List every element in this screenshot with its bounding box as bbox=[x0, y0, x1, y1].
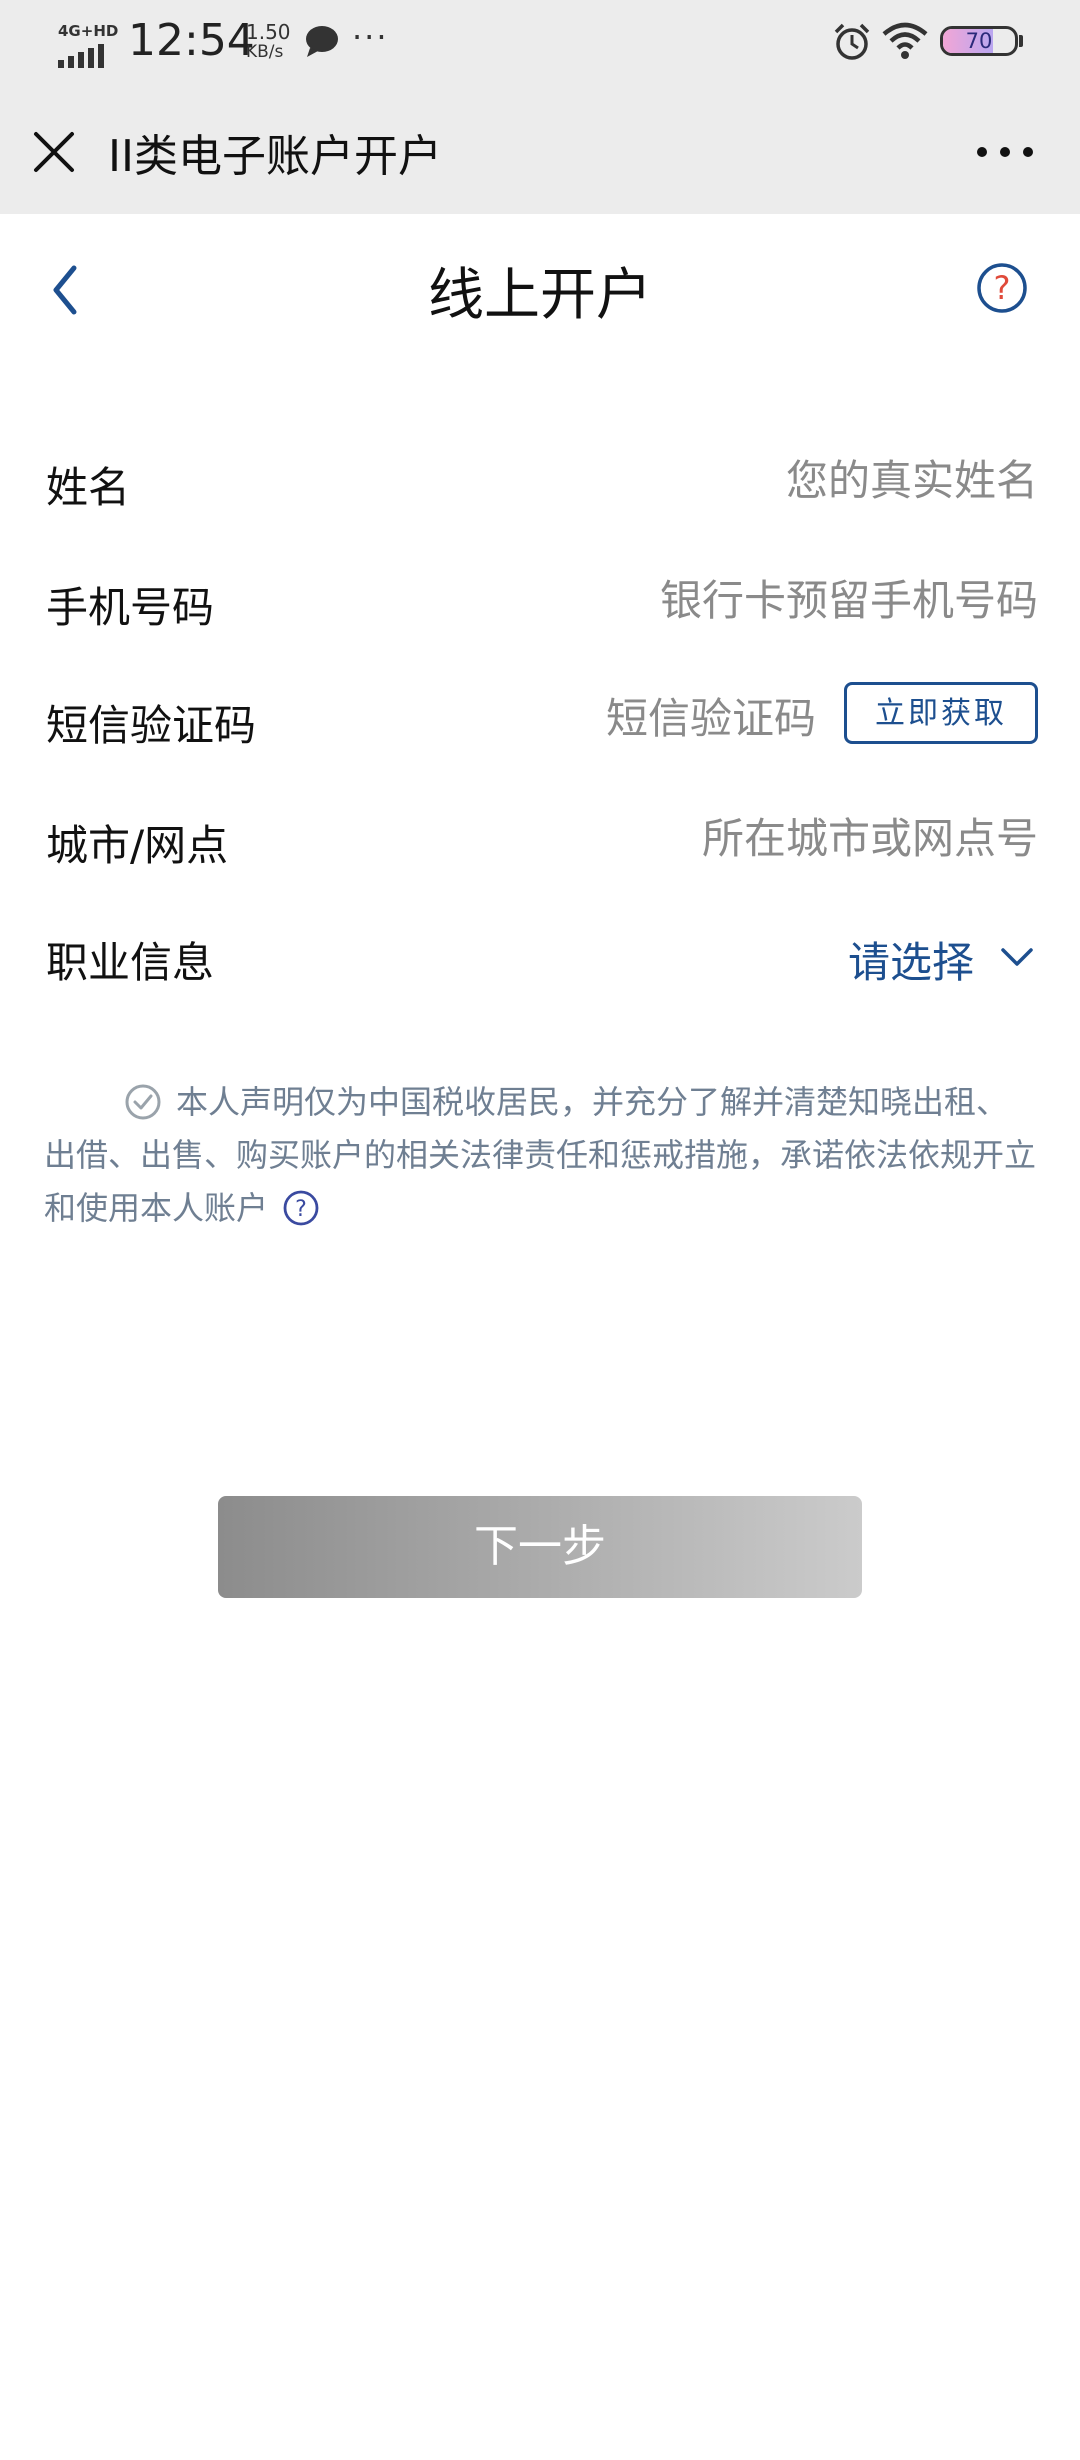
page-title: 线上开户 bbox=[428, 263, 652, 328]
signal-strength-icon bbox=[58, 44, 104, 68]
battery-icon: 70 bbox=[940, 26, 1018, 56]
form-row-occupation: 职业信息 请选择 bbox=[46, 915, 1038, 995]
wifi-icon bbox=[882, 22, 928, 59]
declaration: 本人声明仅为中国税收居民，并充分了解并清楚知晓出租、出借、出售、购买账户的相关法… bbox=[44, 1076, 1038, 1235]
battery-cap bbox=[1019, 35, 1023, 47]
more-horizontal-icon[interactable] bbox=[970, 130, 1040, 174]
status-time: 12:54 bbox=[128, 15, 255, 66]
form-row-sms: 短信验证码 立即获取 bbox=[46, 678, 1038, 758]
get-sms-code-button[interactable]: 立即获取 bbox=[844, 682, 1038, 744]
declaration-text: 本人声明仅为中国税收居民，并充分了解并清楚知晓出租、出借、出售、购买账户的相关法… bbox=[44, 1083, 1037, 1227]
sms-code-input[interactable] bbox=[516, 686, 816, 750]
check-circle-icon[interactable] bbox=[124, 1083, 162, 1121]
city-branch-input[interactable] bbox=[478, 806, 1038, 870]
question-circle-icon[interactable]: ? bbox=[282, 1189, 320, 1227]
city-branch-label: 城市/网点 bbox=[46, 821, 229, 870]
sms-code-label: 短信验证码 bbox=[46, 701, 257, 750]
name-label: 姓名 bbox=[46, 463, 131, 512]
alarm-clock-icon bbox=[834, 23, 870, 60]
svg-text:?: ? bbox=[994, 269, 1011, 307]
next-step-button[interactable]: 下一步 bbox=[218, 1496, 862, 1598]
occupation-label: 职业信息 bbox=[46, 938, 215, 987]
phone-input[interactable] bbox=[438, 568, 1038, 632]
network-speed-unit: KB/s bbox=[246, 42, 284, 62]
question-circle-icon[interactable]: ? bbox=[976, 262, 1028, 314]
app-bar: II类电子账户开户 bbox=[0, 90, 1080, 214]
network-speed-value: 1.50 bbox=[246, 20, 291, 44]
form-row-phone: 手机号码 bbox=[46, 560, 1038, 640]
svg-text:?: ? bbox=[295, 1197, 307, 1222]
status-more-icon: ··· bbox=[352, 18, 389, 56]
network-type-label: 4G+HD bbox=[58, 22, 119, 40]
name-input[interactable] bbox=[478, 448, 1038, 512]
status-bar: 4G+HD 12:54 1.50 KB/s ··· 70 bbox=[0, 0, 1080, 90]
form-row-city: 城市/网点 bbox=[46, 798, 1038, 878]
phone-label: 手机号码 bbox=[46, 583, 215, 632]
chat-bubble-icon bbox=[306, 26, 338, 57]
page-header: 线上开户 ? bbox=[0, 214, 1080, 354]
battery-level: 70 bbox=[965, 29, 993, 53]
network-speed: 1.50 KB/s bbox=[246, 22, 296, 62]
chevron-down-icon[interactable] bbox=[1000, 947, 1034, 967]
occupation-select[interactable]: 请选择 bbox=[848, 929, 974, 990]
form-row-name: 姓名 bbox=[46, 440, 1038, 520]
app-bar-title: II类电子账户开户 bbox=[108, 131, 442, 182]
network-indicator: 4G+HD bbox=[58, 22, 120, 68]
close-icon[interactable] bbox=[30, 128, 78, 176]
